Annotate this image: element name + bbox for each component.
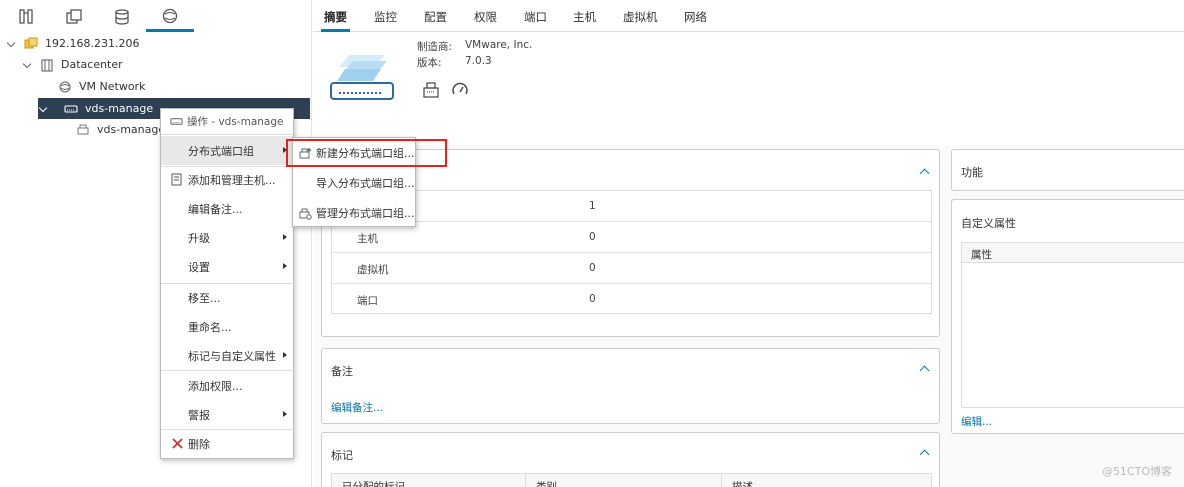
hosts-clusters-tab[interactable] xyxy=(2,2,50,32)
vms-templates-icon xyxy=(66,9,82,24)
menu-item-distributed-portgroup[interactable]: 分布式端口组 xyxy=(161,136,293,165)
tree-item-datacenter[interactable]: Datacenter xyxy=(22,54,123,75)
tab-vms[interactable]: 虚拟机 xyxy=(623,9,658,25)
tab-ports[interactable]: 端口 xyxy=(524,9,547,25)
tab-configure[interactable]: 配置 xyxy=(424,9,447,25)
watermark: @51CTO博客 xyxy=(1101,465,1172,478)
vms-templates-tab[interactable] xyxy=(50,2,98,32)
vendor-value: VMware, Inc. xyxy=(465,39,533,51)
collapse-chevron-icon[interactable] xyxy=(919,166,929,176)
expand-caret-icon[interactable] xyxy=(38,103,50,115)
submenu-arrow-icon xyxy=(283,234,287,240)
column-header[interactable]: 已分配的标记 xyxy=(342,479,405,487)
networking-tab[interactable] xyxy=(146,2,194,32)
tree-item-label: vds-manage xyxy=(97,123,166,136)
expand-caret-icon[interactable] xyxy=(6,38,18,50)
distributed-switch-icon xyxy=(170,118,183,125)
context-menu: 操作 - vds-manage 分布式端口组 添加和管理主机... 编辑备注..… xyxy=(160,108,294,459)
column-divider xyxy=(721,474,722,487)
capabilities-card: 功能 xyxy=(951,149,1184,191)
column-header[interactable]: 描述 xyxy=(732,479,753,487)
menu-item-add-permission[interactable]: 添加权限... xyxy=(161,371,293,400)
object-tabs: 摘要 监控 配置 权限 端口 主机 虚拟机 网络 xyxy=(313,0,1184,32)
capabilities-title: 功能 xyxy=(961,166,983,179)
tree-item-portgroup[interactable]: vds-manage xyxy=(76,119,165,140)
host-action-icon[interactable] xyxy=(422,81,440,102)
table-header: 属性 xyxy=(962,243,1184,263)
custom-attributes-table: 属性 xyxy=(961,242,1184,408)
menu-item-delete[interactable]: 删除 xyxy=(161,429,293,458)
tags-table-header: 已分配的标记 类别 描述 xyxy=(331,473,932,487)
menu-item-tags-attributes[interactable]: 标记与自定义属性 xyxy=(161,341,293,370)
expand-caret-icon[interactable] xyxy=(22,59,34,71)
tags-title: 标记 xyxy=(331,449,353,462)
menu-item-settings[interactable]: 设置 xyxy=(161,252,293,281)
edit-attributes-link[interactable]: 编辑... xyxy=(961,414,992,429)
table-row: 端口 0 xyxy=(357,293,596,307)
add-host-icon xyxy=(171,173,182,186)
tree-item-label: VM Network xyxy=(79,80,146,93)
version-label: 版本: xyxy=(417,57,442,69)
hosts-clusters-icon xyxy=(19,9,33,24)
summary-header: 制造商: VMware, Inc. 版本: 7.0.3 xyxy=(313,33,1184,145)
tags-card: 标记 已分配的标记 类别 描述 xyxy=(321,432,940,487)
column-header[interactable]: 属性 xyxy=(971,247,992,262)
main-panel: 摘要 监控 配置 权限 端口 主机 虚拟机 网络 制造商: VMware, In… xyxy=(313,0,1184,487)
collapse-chevron-icon[interactable] xyxy=(919,447,929,457)
menu-item-rename[interactable]: 重命名... xyxy=(161,312,293,341)
details-table: 1 主机 0 虚拟机 0 端口 0 xyxy=(331,190,932,314)
network-icon xyxy=(58,80,72,94)
submenu-arrow-icon xyxy=(283,411,287,417)
tab-monitor[interactable]: 监控 xyxy=(374,9,397,25)
submenu-arrow-icon xyxy=(283,352,287,358)
notes-card: 备注 编辑备注... xyxy=(321,348,940,424)
edit-notes-link[interactable]: 编辑备注... xyxy=(331,400,383,415)
custom-attributes-card: 自定义属性 属性 编辑... xyxy=(951,199,1184,434)
datacenter-icon xyxy=(40,58,54,72)
vcenter-icon xyxy=(24,37,38,51)
menu-item-move-to[interactable]: 移至... xyxy=(161,283,293,312)
tree-item-vcenter[interactable]: 192.168.231.206 xyxy=(6,33,139,54)
column-header[interactable]: 类别 xyxy=(536,479,557,487)
menu-item-manage-portgroup[interactable]: 管理分布式端口组... xyxy=(293,198,415,228)
tree-item-vm-network[interactable]: VM Network xyxy=(58,76,145,97)
custom-attributes-title: 自定义属性 xyxy=(961,217,1016,230)
column-divider xyxy=(525,474,526,487)
tab-hosts[interactable]: 主机 xyxy=(573,9,596,25)
networking-icon xyxy=(162,8,178,23)
tab-summary[interactable]: 摘要 xyxy=(321,9,350,32)
menu-item-add-manage-hosts[interactable]: 添加和管理主机... xyxy=(161,165,293,194)
storage-tab[interactable] xyxy=(98,2,146,32)
gauge-icon[interactable] xyxy=(451,81,469,102)
context-menu-header: 操作 - vds-manage xyxy=(161,109,293,135)
table-row: 主机 0 xyxy=(332,222,931,253)
version-value: 7.0.3 xyxy=(465,55,492,67)
notes-title: 备注 xyxy=(331,365,353,378)
portgroup-icon xyxy=(76,123,90,137)
distributed-switch-icon xyxy=(64,102,78,116)
tab-networks[interactable]: 网络 xyxy=(684,9,707,25)
manage-portgroup-icon xyxy=(299,208,312,220)
menu-item-alarms[interactable]: 警报 xyxy=(161,400,293,429)
vendor-label: 制造商: xyxy=(417,41,453,53)
distributed-switch-large-icon xyxy=(330,55,394,100)
tab-permissions[interactable]: 权限 xyxy=(474,9,497,25)
submenu-arrow-icon xyxy=(283,263,287,269)
table-row: 1 xyxy=(332,191,931,222)
tree-item-label: vds-manage xyxy=(85,102,154,115)
annotation-highlight-box xyxy=(286,139,447,167)
delete-icon xyxy=(172,438,183,449)
tree-item-label: Datacenter xyxy=(61,58,123,71)
menu-item-import-portgroup[interactable]: 导入分布式端口组... xyxy=(293,168,415,198)
navigator-tabs xyxy=(0,0,311,32)
table-row: 虚拟机 0 xyxy=(332,253,931,284)
menu-item-upgrade[interactable]: 升级 xyxy=(161,223,293,252)
menu-item-edit-notes[interactable]: 编辑备注... xyxy=(161,194,293,223)
storage-icon xyxy=(115,9,129,25)
collapse-chevron-icon[interactable] xyxy=(919,363,929,373)
tree-item-label: 192.168.231.206 xyxy=(45,37,140,50)
